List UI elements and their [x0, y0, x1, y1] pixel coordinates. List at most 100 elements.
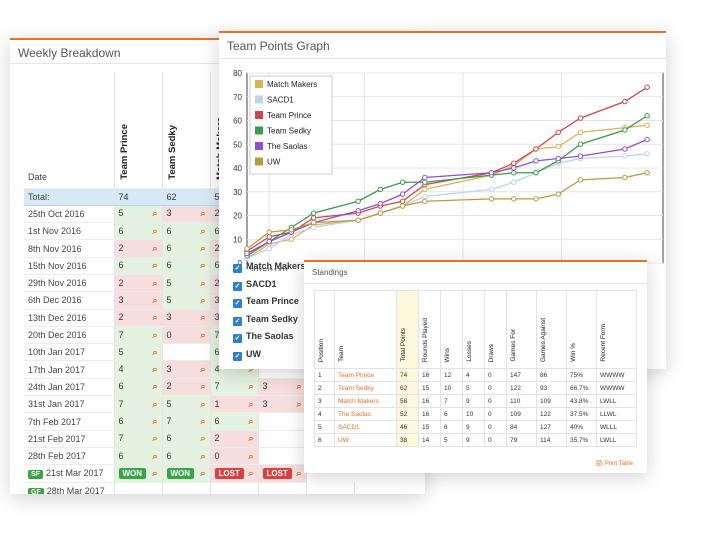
- week-score: 7: [214, 381, 220, 392]
- gf-date-cell: GF 28th Mar 2017: [24, 482, 115, 494]
- zoom-icon[interactable]: ⌕: [200, 416, 205, 427]
- week-score-cell: [258, 412, 307, 431]
- series-toggle-label: Match Makers: [246, 261, 306, 271]
- zoom-icon[interactable]: ⌕: [200, 399, 205, 410]
- zoom-icon[interactable]: ⌕: [200, 243, 205, 254]
- zoom-icon[interactable]: ⌕: [152, 381, 157, 392]
- zoom-icon[interactable]: ⌕: [152, 260, 157, 271]
- series-toggle-checkbox[interactable]: ✓ Match Makers: [233, 261, 306, 273]
- week-score: 6: [166, 450, 172, 461]
- zoom-icon[interactable]: ⌕: [248, 433, 253, 444]
- legend-swatch: [255, 95, 263, 104]
- zoom-icon[interactable]: ⌕: [296, 381, 301, 392]
- series-toggle-checkbox[interactable]: ✓ UW: [233, 349, 261, 361]
- series-point: [555, 191, 561, 197]
- zoom-icon[interactable]: ⌕: [200, 364, 205, 375]
- zoom-icon[interactable]: ⌕: [200, 226, 205, 237]
- zoom-icon[interactable]: ⌕: [152, 226, 157, 237]
- zoom-icon[interactable]: ⌕: [200, 451, 205, 462]
- standings-value: 10: [444, 384, 452, 392]
- standings-cell: 43.8%: [566, 394, 597, 408]
- print-table-link[interactable]: 🖨 Print Table: [595, 460, 633, 467]
- check-icon: ✓: [233, 351, 242, 361]
- zoom-icon[interactable]: ⌕: [296, 399, 301, 410]
- team-link[interactable]: UW: [338, 437, 349, 444]
- zoom-icon[interactable]: ⌕: [200, 381, 205, 392]
- zoom-icon[interactable]: ⌕: [152, 451, 157, 462]
- series-toggle-checkbox[interactable]: ✓ Team Prince: [233, 296, 299, 308]
- zoom-icon[interactable]: ⌕: [152, 416, 157, 427]
- week-score: 2: [118, 243, 124, 254]
- team-link[interactable]: The Saolas: [338, 411, 371, 418]
- series-toggle-checkbox[interactable]: ✓ Team Sedky: [233, 314, 298, 326]
- zoom-icon[interactable]: ⌕: [152, 243, 157, 254]
- zoom-icon[interactable]: ⌕: [200, 468, 205, 479]
- sf-result-cell: LOST ⌕: [210, 464, 259, 483]
- gf-result-cell: [306, 482, 355, 494]
- team-link[interactable]: Match Makers: [338, 398, 379, 405]
- zoom-icon[interactable]: ⌕: [200, 260, 205, 271]
- standings-value: 16: [422, 397, 430, 405]
- zoom-icon[interactable]: ⌕: [200, 312, 205, 323]
- team-link[interactable]: SACD1: [338, 424, 360, 431]
- series-toggle-checkbox[interactable]: ✓ The Saolas: [233, 331, 294, 343]
- week-score: 6: [118, 225, 124, 236]
- zoom-icon[interactable]: ⌕: [152, 399, 157, 410]
- standings-cell: 122: [506, 381, 537, 395]
- zoom-icon[interactable]: ⌕: [152, 295, 157, 306]
- zoom-icon[interactable]: ⌕: [248, 451, 253, 462]
- team-link[interactable]: Team Prince: [338, 372, 374, 379]
- zoom-icon[interactable]: ⌕: [200, 295, 205, 306]
- week-date: 24th Jan 2017: [24, 378, 115, 397]
- series-point: [288, 236, 295, 242]
- team-link[interactable]: Team Sedky: [338, 385, 374, 392]
- series-point: [422, 179, 428, 185]
- standings-header-label: Recent Form: [600, 324, 607, 362]
- series-toggle-checkbox[interactable]: ✓ SACD1: [233, 279, 277, 291]
- zoom-icon[interactable]: ⌕: [248, 381, 253, 392]
- legend-swatch: [255, 111, 263, 119]
- zoom-icon[interactable]: ⌕: [248, 399, 253, 410]
- y-tick-label: 60: [233, 117, 242, 126]
- zoom-icon[interactable]: ⌕: [152, 278, 157, 289]
- zoom-icon[interactable]: ⌕: [200, 208, 205, 219]
- zoom-icon[interactable]: ⌕: [152, 364, 157, 375]
- standings-value: 0: [488, 423, 492, 431]
- zoom-icon[interactable]: ⌕: [152, 330, 157, 341]
- standings-cell: 16: [418, 368, 441, 382]
- zoom-icon[interactable]: ⌕: [200, 330, 205, 341]
- standings-title: Standings: [304, 262, 647, 284]
- zoom-icon[interactable]: ⌕: [152, 347, 157, 358]
- zoom-icon[interactable]: ⌕: [248, 416, 253, 427]
- check-icon: ✓: [233, 299, 242, 308]
- week-date: 8th Nov 2016: [24, 239, 115, 258]
- grand-final-row: GF 28th Mar 2017: [24, 482, 355, 494]
- gf-badge: GF: [28, 487, 44, 494]
- standings-cell: 16: [418, 407, 441, 421]
- series-point: [644, 170, 650, 176]
- series-point: [511, 179, 517, 185]
- series-point: [555, 143, 561, 150]
- gf-result-cell: [210, 482, 259, 494]
- standings-value: 37.5%: [570, 410, 589, 418]
- zoom-icon[interactable]: ⌕: [152, 433, 157, 444]
- zoom-icon[interactable]: ⌕: [200, 278, 205, 289]
- week-score: 5: [166, 294, 172, 305]
- zoom-icon[interactable]: ⌕: [296, 468, 301, 479]
- standings-value: 15: [422, 423, 430, 431]
- standings-cell: 5: [462, 381, 485, 395]
- team-points-chart: 010203040506070802016/11/012016/12/01201…: [233, 69, 664, 271]
- series-point: [488, 196, 495, 202]
- zoom-icon[interactable]: ⌕: [152, 208, 157, 219]
- zoom-icon[interactable]: ⌕: [152, 468, 157, 479]
- zoom-icon[interactable]: ⌕: [248, 468, 253, 479]
- zoom-icon[interactable]: ⌕: [152, 312, 157, 323]
- zoom-icon[interactable]: ⌕: [200, 433, 205, 444]
- week-score: 5: [166, 398, 172, 409]
- standings-cell: 52: [396, 407, 419, 421]
- standings-header-cell: Games For: [506, 290, 537, 369]
- week-score-cell: 2⌕: [210, 430, 259, 448]
- standings-value: 38: [400, 436, 408, 444]
- series-point: [488, 186, 495, 193]
- week-score-cell: 3⌕: [162, 309, 211, 327]
